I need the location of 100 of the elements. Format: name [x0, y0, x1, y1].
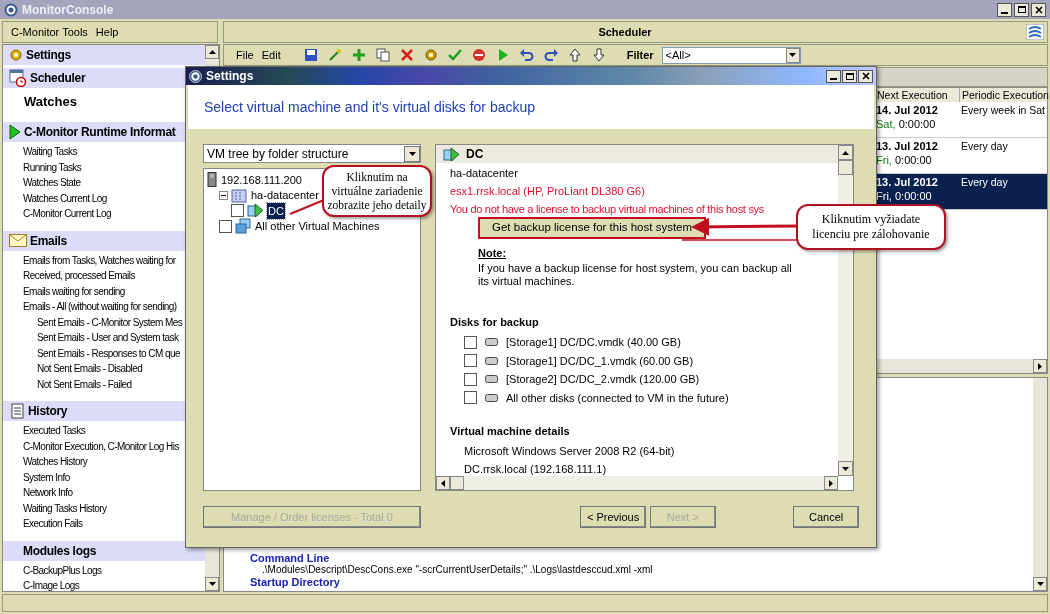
vm-detail-text: DC.rrsk.local (192.168.111.1) [463, 462, 608, 477]
scroll-up-button[interactable] [838, 145, 853, 160]
section-title: Disks for backup [450, 314, 540, 330]
minimize-button[interactable] [997, 2, 1012, 17]
arrow-down-icon[interactable] [590, 47, 607, 63]
time-text: 0:00:00 [898, 118, 936, 130]
dialog-heading: Select virtual machine and it's virtual disks for backup [204, 97, 536, 117]
copy-icon[interactable] [374, 47, 391, 63]
weekday-text: Fri, [876, 154, 892, 166]
caret-down-icon [842, 466, 849, 471]
filter-dropdown[interactable]: <All> [661, 46, 801, 64]
tree-node[interactable]: 192.168.111.200 [220, 171, 303, 188]
close-button[interactable] [858, 69, 873, 83]
dialog-button[interactable]: Cancel [793, 506, 860, 528]
redo-icon[interactable] [542, 47, 559, 63]
view-dropdown[interactable]: VM tree by folder structure [203, 144, 421, 163]
gear-icon[interactable] [422, 47, 439, 63]
section-header[interactable]: Modules logs [3, 540, 205, 561]
building-icon [231, 187, 247, 204]
scroll-up-button[interactable] [205, 45, 219, 59]
checkbox[interactable] [464, 372, 477, 386]
dialog-button[interactable]: < Previous [580, 506, 646, 528]
checkbox[interactable] [464, 354, 477, 368]
caret-down-icon [789, 53, 797, 57]
caret-up-icon [842, 150, 849, 155]
tree-node[interactable]: ha-datacenter [250, 187, 320, 204]
document-icon [9, 403, 25, 419]
stop-icon[interactable] [470, 47, 487, 63]
scroll-right-button[interactable] [824, 476, 838, 490]
pane-title: Scheduler [597, 24, 653, 40]
disk-label[interactable]: All other disks (connected to VM in the future) [506, 389, 729, 406]
caret-up-icon [208, 50, 216, 54]
scroll-down-button[interactable] [838, 461, 853, 476]
delete-icon[interactable] [398, 47, 415, 63]
disk-label[interactable]: [Storage1] DC/DC_1.vmdk (60.00 GB) [506, 352, 694, 369]
filter-label: Filter [626, 47, 654, 63]
close-icon [861, 72, 870, 80]
table-cell: Every week in Sat [961, 104, 1046, 116]
detail-title: DC [466, 146, 484, 163]
scroll-down-button[interactable] [205, 577, 219, 591]
envelope-icon [9, 234, 27, 247]
scroll-thumb[interactable] [450, 476, 464, 490]
arrow-up-icon[interactable] [566, 47, 583, 63]
menu-item[interactable]: C-Monitor Tools [11, 23, 88, 41]
note-text: If you have a backup license for host system, you can backup all its virtual machines. [478, 261, 793, 288]
app-logo-icon [189, 69, 202, 83]
checkbox[interactable] [231, 204, 244, 218]
dialog-title: Settings [206, 68, 254, 85]
detail-label: Startup Directory [250, 576, 341, 588]
scrollbar[interactable] [1033, 378, 1047, 591]
checkbox[interactable] [219, 219, 232, 233]
section-header[interactable]: Settings [3, 45, 205, 65]
caret-down-icon [208, 582, 216, 586]
checkbox[interactable] [464, 335, 477, 349]
horizontal-scrollbar[interactable] [436, 476, 838, 490]
section-title: Virtual machine details [450, 424, 571, 439]
disk-label[interactable]: [Storage1] DC/DC.vmdk (40.00 GB) [506, 334, 681, 351]
checkbox[interactable] [464, 391, 477, 405]
detail-label: Command Line [250, 552, 331, 564]
tree-node[interactable]: All other Virtual Machines [254, 218, 381, 235]
maximize-button[interactable] [842, 69, 857, 83]
scroll-left-button[interactable] [436, 476, 450, 490]
scroll-right-button[interactable] [1033, 359, 1047, 373]
server-icon [207, 172, 217, 188]
caret-down-icon [408, 151, 416, 156]
time-text: 0:00:00 [894, 154, 932, 166]
host-text: esx1.rrsk.local (HP, ProLiant DL380 G6) [450, 184, 646, 199]
tree-node[interactable]: DC [267, 202, 285, 219]
section-title: Emails [30, 232, 67, 250]
caret-left-icon [441, 479, 445, 487]
scroll-down-button[interactable] [1033, 577, 1047, 591]
expander[interactable] [219, 190, 228, 200]
window-title: MonitorConsole [22, 1, 114, 19]
calendar-clock-icon [9, 69, 27, 87]
date-text: 13. Jul 2012 [876, 139, 939, 153]
sidebar-item[interactable]: C-Image Logs [3, 578, 205, 591]
table-cell: Every day [961, 140, 1008, 152]
callout: Kliknutim na virtuálne zariadenie zobrazite jeho detaily [322, 165, 432, 217]
note-label: Note: [478, 246, 508, 261]
minimize-button[interactable] [826, 69, 841, 83]
app-logo-icon [4, 2, 18, 17]
check-icon[interactable] [446, 47, 463, 63]
license-button[interactable]: Get backup license for this host system [478, 217, 707, 239]
section-title: Scheduler [30, 70, 86, 87]
menu-item[interactable]: Edit [261, 46, 281, 64]
scroll-thumb[interactable] [838, 160, 853, 175]
sidebar-item[interactable]: C-BackupPlus Logs [3, 562, 205, 578]
disk-label[interactable]: [Storage2] DC/DC_2.vmdk (120.00 GB) [506, 371, 700, 388]
menu-item[interactable]: Help [95, 23, 119, 41]
maximize-button[interactable] [1014, 2, 1029, 17]
gear-icon [9, 48, 23, 62]
close-icon [1034, 5, 1043, 14]
play-icon [9, 124, 21, 140]
menu-item[interactable]: File [236, 46, 254, 64]
close-button[interactable] [1031, 2, 1046, 17]
vm-detail-text: Microsoft Windows Server 2008 R2 (64-bit) [463, 443, 676, 459]
save-icon[interactable] [302, 47, 319, 63]
weekday-text: Sat, [876, 118, 896, 130]
undo-icon[interactable] [518, 47, 535, 63]
section-title: Modules logs [22, 542, 97, 560]
